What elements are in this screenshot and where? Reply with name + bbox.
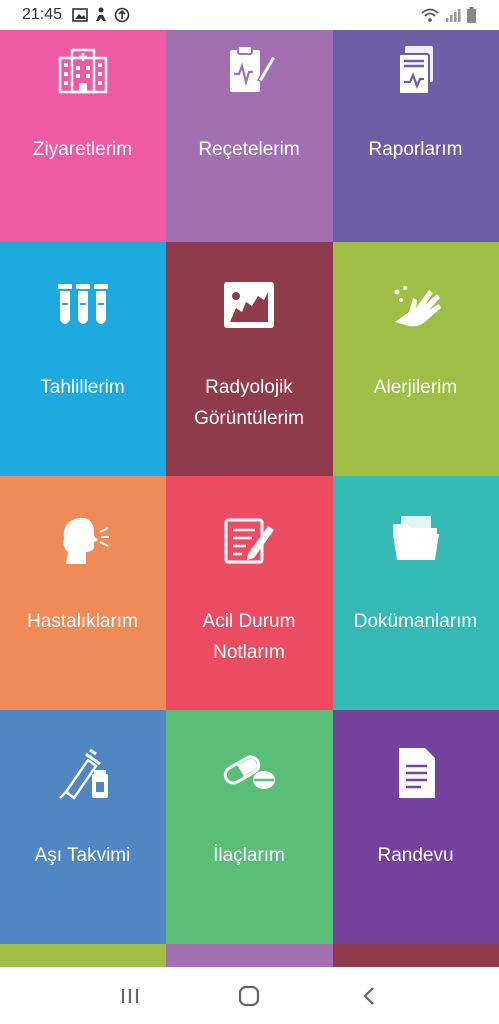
pills-icon [220, 744, 278, 802]
tile-recetelerim[interactable]: Reçetelerim [166, 30, 333, 242]
recent-apps-icon[interactable] [100, 976, 160, 1016]
status-right-icons [420, 6, 477, 24]
tile-ziyaretlerim[interactable]: Ziyaretlerim [0, 30, 166, 242]
battery-icon [467, 6, 476, 23]
allergy-hand-icon [387, 276, 445, 334]
data-saver-icon [114, 7, 130, 23]
hospital-icon [54, 40, 112, 98]
next-row-tile[interactable] [0, 944, 166, 967]
tile-label: Ziyaretlerim [32, 139, 133, 160]
cough-icon [54, 510, 112, 568]
tile-label: Aşı Takvimi [34, 845, 131, 866]
status-left-icons [72, 7, 130, 23]
tile-raporlarim[interactable]: Raporlarım [333, 30, 499, 242]
tile-radyolojik-goruntulerim[interactable]: Radyolojik Görüntülerim [166, 242, 333, 476]
tile-label: Acil Durum Notlarım [202, 611, 296, 663]
status-bar: 21:45 [0, 0, 499, 30]
test-tubes-icon [54, 276, 112, 334]
tile-label: Randevu [377, 845, 454, 866]
document-icon [387, 744, 445, 802]
tile-tahlillerim[interactable]: Tahlillerim [0, 242, 166, 476]
notes-pencil-icon [220, 510, 278, 568]
tile-label: Alerjilerim [373, 377, 458, 398]
tile-label: Raporlarım [368, 139, 463, 160]
next-row-tile[interactable] [166, 944, 333, 967]
folder-icon [387, 510, 445, 568]
tile-hastaliklarim[interactable]: Hastalıklarım [0, 476, 166, 710]
image-icon [72, 8, 88, 22]
tile-label: Tahlillerim [40, 377, 125, 398]
tile-label: Dokümanlarım [353, 611, 478, 632]
xray-icon [220, 276, 278, 334]
tile-acil-durum-notlarim[interactable]: Acil Durum Notlarım [166, 476, 333, 710]
back-icon[interactable] [339, 976, 399, 1016]
tile-label: İlaçlarım [213, 845, 285, 866]
home-icon[interactable] [219, 976, 279, 1016]
tile-label: Reçetelerim [198, 139, 300, 160]
tile-label: Hastalıklarım [27, 611, 138, 632]
accessibility-icon [96, 7, 107, 21]
menu-grid: Ziyaretlerim Reçetelerim Raporlarım Tahl… [0, 30, 499, 967]
tile-dokumanlarim[interactable]: Dokümanlarım [333, 476, 499, 710]
wifi-icon [421, 8, 439, 22]
tile-ilaclarim[interactable]: İlaçlarım [166, 710, 333, 944]
status-time: 21:45 [22, 6, 63, 23]
tile-alerjilerim[interactable]: Alerjilerim [333, 242, 499, 476]
vaccine-icon [54, 744, 112, 802]
tile-label: Radyolojik Görüntülerim [194, 377, 304, 429]
tile-asi-takvimi[interactable]: Aşı Takvimi [0, 710, 166, 944]
prescription-clipboard-icon [220, 40, 278, 98]
report-icon [387, 40, 445, 98]
tile-randevu[interactable]: Randevu [333, 710, 499, 944]
navigation-bar [0, 967, 499, 1024]
next-row-tile[interactable] [333, 944, 499, 967]
signal-icon [446, 9, 461, 22]
